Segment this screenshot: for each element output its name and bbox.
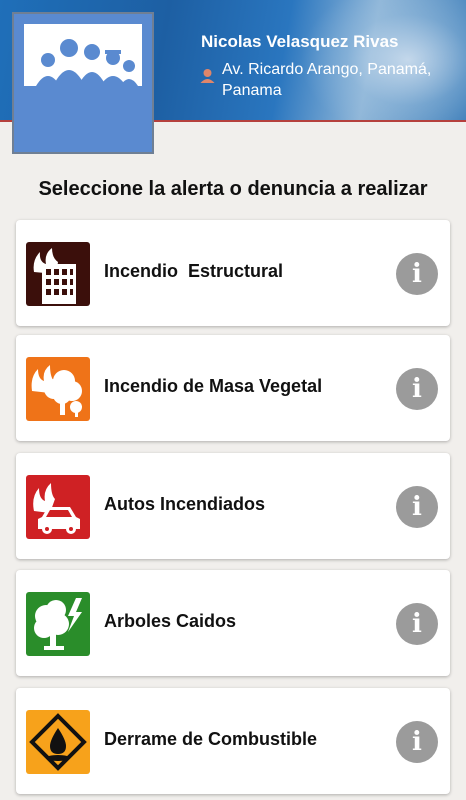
info-icon[interactable]: i (396, 603, 438, 645)
alert-card-autos-incendiados[interactable]: Autos Incendiados i (16, 453, 450, 559)
alert-card-incendio-estructural[interactable]: Incendio Estructural i (16, 220, 450, 326)
alert-label: Incendio de Masa Vegetal (104, 376, 323, 396)
alert-label: Autos Incendiados (104, 494, 266, 514)
info-icon[interactable]: i (396, 368, 438, 410)
alert-label: Arboles Caidos (104, 611, 237, 631)
alert-card-incendio-masa-vegetal[interactable]: Incendio de Masa Vegetal i (16, 335, 450, 441)
info-icon[interactable]: i (396, 486, 438, 528)
burning-tree-icon (26, 357, 90, 421)
alert-card-arboles-caidos[interactable]: Arboles Caidos i (16, 570, 450, 676)
fuel-spill-icon (26, 710, 90, 774)
alert-card-derrame-combustible[interactable]: Derrame de Combustible i (16, 688, 450, 794)
info-icon[interactable]: i (396, 721, 438, 763)
alert-label: Incendio Estructural (104, 261, 284, 281)
info-icon[interactable]: i (396, 253, 438, 295)
burning-building-icon (26, 242, 90, 306)
alert-label: Derrame de Combustible (104, 729, 318, 749)
burning-car-icon (26, 475, 90, 539)
fallen-tree-lightning-icon (26, 592, 90, 656)
alert-list: Incendio Estructural i Incendio de Masa … (0, 0, 466, 800)
